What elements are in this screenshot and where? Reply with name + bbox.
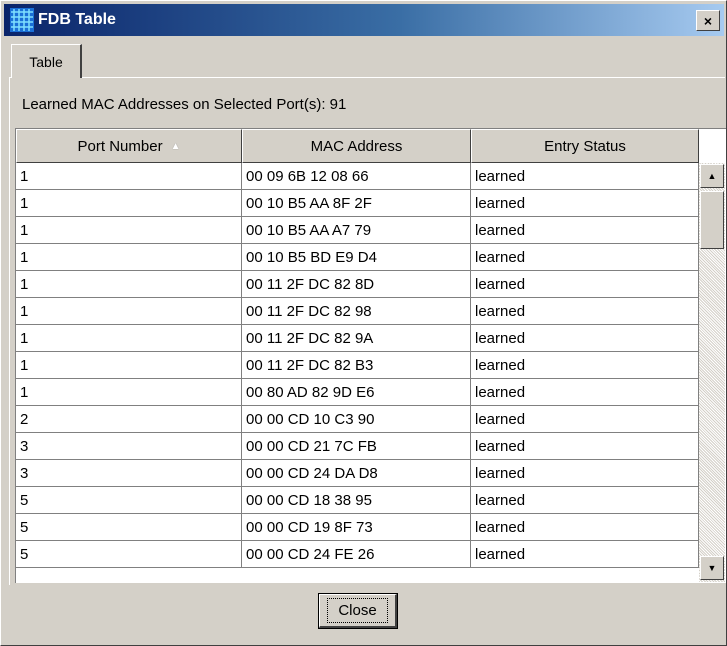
column-header-entry-status[interactable]: Entry Status [471,129,699,163]
port-number-cell: 1 [16,271,242,298]
mac-address-cell: 00 11 2F DC 82 B3 [242,352,471,379]
port-number-cell: 5 [16,487,242,514]
window-title: FDB Table [38,11,116,28]
entry-status-cell: learned [471,298,699,325]
mac-address-cell: 00 00 CD 18 38 95 [242,487,471,514]
mac-address-cell: 00 11 2F DC 82 98 [242,298,471,325]
table-row[interactable]: 5 00 00 CD 19 8F 73 learned [16,514,699,541]
table-row[interactable]: 1 00 11 2F DC 82 B3 learned [16,352,699,379]
port-number-cell: 2 [16,406,242,433]
table-row[interactable]: 1 00 11 2F DC 82 8D learned [16,271,699,298]
entry-status-cell: learned [471,460,699,487]
entry-status-cell: learned [471,325,699,352]
mac-address-cell: 00 11 2F DC 82 9A [242,325,471,352]
title-bar[interactable]: FDB Table × [4,4,724,36]
entry-status-cell: learned [471,406,699,433]
port-number-cell: 5 [16,514,242,541]
entry-status-cell: learned [471,379,699,406]
table-row[interactable]: 5 00 00 CD 18 38 95 learned [16,487,699,514]
column-header-label: Entry Status [544,137,626,155]
column-header-port-number[interactable]: Port Number ▲ [16,129,242,163]
port-number-cell: 1 [16,298,242,325]
port-number-cell: 1 [16,325,242,352]
mac-address-cell: 00 11 2F DC 82 8D [242,271,471,298]
column-header-label: MAC Address [310,137,403,155]
port-number-cell: 1 [16,352,242,379]
mac-address-cell: 00 00 CD 10 C3 90 [242,406,471,433]
table-row[interactable]: 2 00 00 CD 10 C3 90 learned [16,406,699,433]
fdb-table-window: FDB Table × Table Learned MAC Addresses … [0,0,727,646]
sort-ascending-icon: ▲ [170,140,181,152]
port-number-cell: 5 [16,541,242,568]
scroll-up-icon[interactable]: ▲ [700,164,724,188]
mac-address-cell: 00 10 B5 BD E9 D4 [242,244,471,271]
scroll-down-icon[interactable]: ▼ [700,556,724,580]
table-row[interactable]: 1 00 80 AD 82 9D E6 learned [16,379,699,406]
column-header-mac-address[interactable]: MAC Address [242,129,471,163]
table-row[interactable]: 1 00 11 2F DC 82 9A learned [16,325,699,352]
vertical-scrollbar[interactable]: ▲ ▼ [699,163,725,582]
window-close-icon[interactable]: × [696,10,720,31]
entry-status-cell: learned [471,487,699,514]
close-button-label: Close [327,598,388,623]
entry-status-cell: learned [471,514,699,541]
port-number-cell: 1 [16,163,242,190]
table-row[interactable]: 3 00 00 CD 21 7C FB learned [16,433,699,460]
entry-status-cell: learned [471,163,699,190]
mac-address-cell: 00 00 CD 21 7C FB [242,433,471,460]
port-number-cell: 3 [16,460,242,487]
table-row[interactable]: 5 00 00 CD 24 FE 26 learned [16,541,699,568]
table-row[interactable]: 3 00 00 CD 24 DA D8 learned [16,460,699,487]
table-row[interactable]: 1 00 09 6B 12 08 66 learned [16,163,699,190]
table-row[interactable]: 1 00 10 B5 BD E9 D4 learned [16,244,699,271]
port-number-cell: 1 [16,244,242,271]
close-button[interactable]: Close [318,593,398,629]
mac-address-cell: 00 00 CD 24 DA D8 [242,460,471,487]
table-header: Port Number ▲ MAC Address Entry Status [16,129,699,163]
port-number-cell: 3 [16,433,242,460]
port-number-cell: 1 [16,190,242,217]
grid-app-icon [10,8,34,32]
tab-table[interactable]: Table [11,44,82,78]
port-number-cell: 1 [16,217,242,244]
mac-address-cell: 00 10 B5 AA A7 79 [242,217,471,244]
entry-status-cell: learned [471,271,699,298]
port-number-cell: 1 [16,379,242,406]
entry-status-cell: learned [471,433,699,460]
entry-status-cell: learned [471,244,699,271]
learned-mac-summary: Learned MAC Addresses on Selected Port(s… [22,96,347,113]
entry-status-cell: learned [471,541,699,568]
scrollbar-thumb[interactable] [700,191,724,249]
entry-status-cell: learned [471,352,699,379]
mac-address-cell: 00 09 6B 12 08 66 [242,163,471,190]
table-row[interactable]: 1 00 10 B5 AA A7 79 learned [16,217,699,244]
mac-address-cell: 00 10 B5 AA 8F 2F [242,190,471,217]
mac-address-cell: 00 00 CD 24 FE 26 [242,541,471,568]
mac-address-cell: 00 80 AD 82 9D E6 [242,379,471,406]
entry-status-cell: learned [471,190,699,217]
tab-label: Table [29,53,63,70]
fdb-table: Port Number ▲ MAC Address Entry Status 1… [15,128,726,583]
mac-address-cell: 00 00 CD 19 8F 73 [242,514,471,541]
table-body: 1 00 09 6B 12 08 66 learned 1 00 10 B5 AA 8F… [16,163,699,568]
table-row[interactable]: 1 00 10 B5 AA 8F 2F learned [16,190,699,217]
entry-status-cell: learned [471,217,699,244]
column-header-label: Port Number [77,137,163,155]
table-row[interactable]: 1 00 11 2F DC 82 98 learned [16,298,699,325]
